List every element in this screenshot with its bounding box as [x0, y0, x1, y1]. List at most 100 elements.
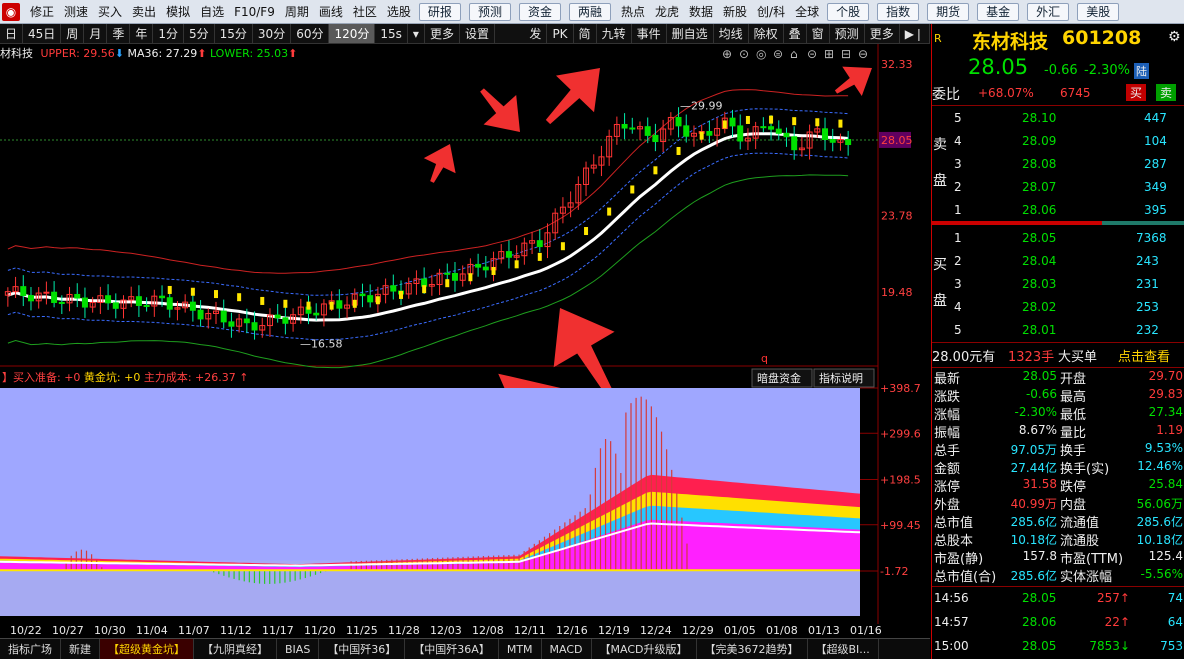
menu-item-3[interactable]: 卖出 — [132, 5, 156, 19]
app-logo-icon[interactable]: ◉ — [2, 2, 20, 21]
toolbar-tool-4[interactable]: 事件 — [632, 24, 667, 43]
menu-item2-1[interactable]: 龙虎 — [655, 5, 679, 19]
period-tab-15[interactable]: 设置 — [460, 24, 495, 43]
period-tab-13[interactable]: ▾ — [408, 24, 425, 43]
period-tab-8[interactable]: 15分 — [215, 24, 253, 43]
period-tab-5[interactable]: 年 — [130, 24, 154, 43]
menu-item-8[interactable]: 画线 — [319, 5, 343, 19]
period-tab-10[interactable]: 60分 — [291, 24, 330, 43]
indicator-tab-8[interactable]: MACD — [542, 639, 592, 659]
toolbar-tool-10[interactable]: 预测 — [830, 24, 865, 43]
toolbar-tool-8[interactable]: 叠 — [784, 24, 807, 43]
toolbar-expand-icon[interactable]: ▶❘ — [900, 24, 930, 43]
menu-item-4[interactable]: 模拟 — [166, 5, 190, 19]
menu-item3-0[interactable]: 全球 — [795, 5, 819, 19]
period-tab-7[interactable]: 5分 — [184, 24, 215, 43]
date-tick-label: 01/13 — [808, 624, 840, 637]
menu-item2-2[interactable]: 数据 — [689, 5, 713, 19]
period-tab-11[interactable]: 120分 — [329, 24, 376, 43]
menu-button-3[interactable]: 两融 — [568, 3, 611, 21]
period-tab-12[interactable]: 15s — [375, 24, 408, 43]
indicator-tab-11[interactable]: 【超级BI... — [808, 639, 879, 659]
indicator-tab-4[interactable]: BIAS — [277, 639, 320, 659]
indicator-tab-10[interactable]: 【完美3672趋势】 — [697, 639, 808, 659]
date-tick-label: 11/20 — [304, 624, 336, 637]
menu-button-2[interactable]: 资金 — [518, 3, 561, 21]
indicator-tab-5[interactable]: 【中国歼36】 — [319, 639, 406, 659]
tick-price: 28.05 — [1022, 591, 1057, 605]
menu-item-2[interactable]: 买入 — [98, 5, 122, 19]
period-tab-14[interactable]: 更多 — [425, 24, 460, 43]
signal-marker — [838, 119, 843, 128]
sell-button[interactable]: 卖 — [1156, 84, 1177, 101]
stock-last-price: 28.05 — [968, 55, 1029, 79]
market-button-3[interactable]: 基金 — [977, 3, 1020, 21]
period-tab-3[interactable]: 月 — [84, 24, 108, 43]
period-tab-1[interactable]: 45日 — [23, 24, 62, 43]
menu-item-7[interactable]: 周期 — [285, 5, 309, 19]
indicator-tab-6[interactable]: 【中国歼36A】 — [405, 639, 499, 659]
stat-row: 涨跌 -0.66 最高 29.83 — [932, 386, 1184, 405]
market-button-5[interactable]: 美股 — [1077, 3, 1120, 21]
sell-side-label: 卖盘 — [932, 134, 1184, 194]
stat-key: 跌停 — [1060, 480, 1087, 495]
period-tab-0[interactable]: 日 — [0, 24, 24, 43]
kline-chart[interactable]: 32.3328.0523.7819.48—29.99—16.58q⊕ ⊙ ◎ ⊜ ⌂ ⊝ ⊞… — [0, 44, 930, 624]
toolbar-tool-9[interactable]: 窗 — [807, 24, 830, 43]
toolbar-tool-7[interactable]: 除权 — [749, 24, 784, 43]
indicator-tab-9[interactable]: 【MACD升级版】 — [592, 639, 697, 659]
legend-upper: UPPER: 29.56 — [40, 47, 115, 60]
menu-item-5[interactable]: 自选 — [200, 5, 224, 19]
bid-price: 28.01 — [1022, 323, 1057, 337]
menu-item2-0[interactable]: 热点 — [621, 5, 645, 19]
signal-marker — [468, 273, 473, 282]
ask-level: 1 — [954, 203, 962, 217]
chart-area[interactable]: 32.33 28.05 23.78 19.48 —29.99 —16.58 q ⊕ ⊙ ◎ ⊜ ⌂ ⊝ ⊞… — [0, 44, 930, 637]
toolbar-tool-2[interactable]: 简 — [574, 24, 597, 43]
toolbar-tool-1[interactable]: PK — [547, 24, 574, 43]
candle-body — [159, 295, 166, 299]
indicator-tab-7[interactable]: MTM — [499, 639, 542, 659]
period-tab-9[interactable]: 30分 — [253, 24, 292, 43]
menu-item2-3[interactable]: 新股 — [723, 5, 747, 19]
indicator-tab-1[interactable]: 新建 — [61, 639, 100, 659]
buy-button[interactable]: 买 — [1126, 84, 1147, 101]
menu-item-9[interactable]: 社区 — [353, 5, 377, 19]
menu-button-0[interactable]: 研报 — [418, 3, 461, 21]
menu-item-6[interactable]: F10/F9 — [234, 5, 275, 19]
big-order-link[interactable]: 点击查看 — [1118, 346, 1170, 365]
tick-time: 15:00 — [934, 639, 969, 653]
indicator-tab-0[interactable]: 指标广场 — [0, 639, 61, 659]
stat-value: 157.8 — [1022, 549, 1057, 563]
signal-marker — [815, 118, 820, 127]
date-tick-label: 12/11 — [514, 624, 546, 637]
stat-key: 最高 — [1060, 390, 1087, 405]
indicator-tab-2[interactable]: 【超级黄金坑】 — [100, 639, 194, 659]
toolbar-tool-6[interactable]: 均线 — [714, 24, 749, 43]
market-button-4[interactable]: 外汇 — [1027, 3, 1070, 21]
menu-item-1[interactable]: 测速 — [64, 5, 88, 19]
menu-item2-4[interactable]: 创/科 — [757, 5, 785, 19]
indicator-tab-3[interactable]: 【九阴真经】 — [194, 639, 277, 659]
market-button-1[interactable]: 指数 — [877, 3, 920, 21]
period-tab-2[interactable]: 周 — [61, 24, 85, 43]
stat-key: 实体涨幅 — [1060, 570, 1113, 585]
toolbar-tool-5[interactable]: 删自选 — [667, 24, 714, 43]
period-tab-6[interactable]: 1分 — [153, 24, 184, 43]
tick-row: 14:57 28.06 22↑ 64 — [932, 611, 1184, 635]
toolbar-tool-11[interactable]: 更多 — [865, 24, 900, 43]
menu-item-10[interactable]: 选股 — [387, 5, 411, 19]
settings-gear-icon[interactable]: ⚙ — [1168, 29, 1181, 45]
toolbar-tool-3[interactable]: 九转 — [597, 24, 632, 43]
toolbar-tool-0[interactable]: 发 — [524, 24, 548, 43]
stat-key: 外盘 — [934, 498, 961, 513]
market-button-2[interactable]: 期货 — [927, 3, 970, 21]
price-tick-label: 19.48 — [881, 286, 913, 299]
menu-button-1[interactable]: 预测 — [468, 3, 511, 21]
menu-item-0[interactable]: 修正 — [30, 5, 54, 19]
stat-value: 27.34 — [1148, 405, 1183, 419]
stat-key: 流通值 — [1060, 516, 1100, 531]
market-button-0[interactable]: 个股 — [827, 3, 870, 21]
period-tab-4[interactable]: 季 — [107, 24, 131, 43]
candle-body — [421, 278, 428, 287]
